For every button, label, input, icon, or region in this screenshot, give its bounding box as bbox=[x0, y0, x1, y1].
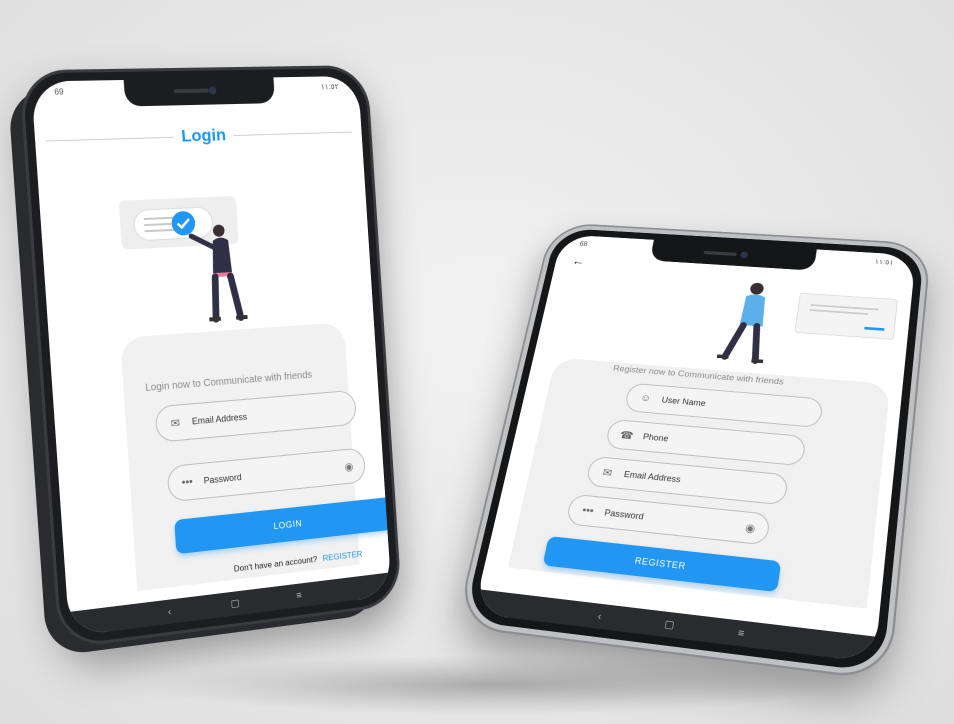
email-placeholder: Email Address bbox=[623, 469, 682, 485]
camera-icon bbox=[207, 86, 217, 95]
password-dots-icon: ••• bbox=[181, 475, 194, 489]
nav-home-icon[interactable]: ▢ bbox=[225, 597, 245, 610]
eye-icon[interactable]: ◉ bbox=[344, 460, 353, 474]
register-phone: 68 ١١:٥١ ← Register now to Communicate w… bbox=[457, 223, 930, 679]
email-placeholder: Email Address bbox=[191, 411, 248, 427]
login-screen: 69 ١١:٥٢ Login Login now to Communicate … bbox=[31, 75, 392, 637]
nav-home-icon[interactable]: ▢ bbox=[658, 618, 681, 632]
nav-back-icon[interactable]: ‹ bbox=[588, 609, 611, 623]
phone-notch bbox=[123, 77, 276, 107]
password-dots-icon: ••• bbox=[581, 504, 595, 518]
speaker bbox=[702, 250, 737, 257]
email-icon: ✉ bbox=[601, 466, 614, 479]
email-icon: ✉ bbox=[170, 416, 181, 430]
eye-icon[interactable]: ◉ bbox=[744, 521, 756, 535]
login-header: Login bbox=[44, 117, 353, 156]
speaker bbox=[173, 88, 209, 94]
register-button-label: REGISTER bbox=[633, 555, 687, 572]
username-placeholder: User Name bbox=[660, 395, 707, 408]
illustration-panel bbox=[795, 293, 898, 339]
login-button-label: LOGIN bbox=[273, 518, 303, 532]
nav-back-icon[interactable]: ‹ bbox=[159, 605, 179, 618]
user-icon: ☺ bbox=[639, 392, 652, 405]
password-placeholder: Password bbox=[203, 472, 242, 486]
phone-placeholder: Phone bbox=[642, 431, 670, 444]
register-illustration bbox=[673, 282, 909, 384]
password-placeholder: Password bbox=[603, 507, 645, 522]
divider bbox=[45, 136, 174, 142]
divider bbox=[233, 131, 353, 136]
page-title: Login bbox=[180, 125, 227, 146]
nav-menu-icon[interactable]: ≡ bbox=[289, 589, 308, 602]
status-time: ١١:٥١ bbox=[874, 257, 895, 267]
nav-menu-icon[interactable]: ≡ bbox=[730, 626, 753, 640]
camera-icon bbox=[740, 251, 749, 259]
login-illustration bbox=[118, 195, 273, 348]
floor-shadow bbox=[140, 655, 840, 715]
system-nav-bar: ‹ ▢ ≡ bbox=[67, 572, 392, 637]
register-screen: 68 ١١:٥١ ← Register now to Communicate w… bbox=[473, 234, 916, 663]
status-time: ١١:٥٢ bbox=[320, 82, 339, 92]
status-battery: 69 bbox=[54, 87, 64, 97]
phone-notch bbox=[649, 239, 817, 271]
login-phone: 69 ١١:٥٢ Login Login now to Communicate … bbox=[18, 65, 403, 650]
status-battery: 68 bbox=[578, 240, 589, 248]
back-arrow-icon[interactable]: ← bbox=[571, 254, 586, 267]
phone-icon: ☎ bbox=[619, 429, 635, 442]
